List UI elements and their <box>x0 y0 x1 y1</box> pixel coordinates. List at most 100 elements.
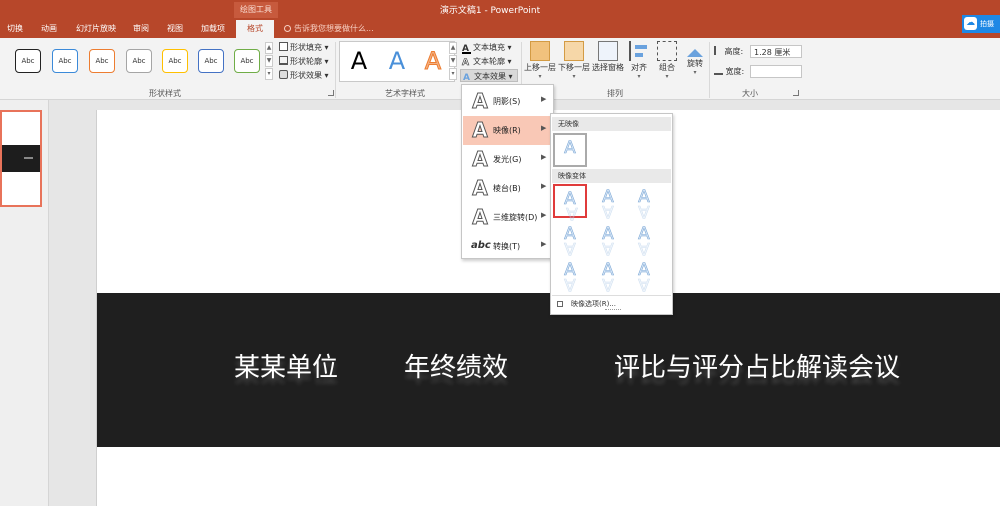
send-backward-button[interactable]: 下移一层 ▾ <box>557 41 591 80</box>
wordart-gallery-more[interactable]: ▾ <box>449 68 457 80</box>
text-effects-button[interactable]: A 文本效果 ▾ <box>460 69 518 83</box>
shape-outline-button[interactable]: 形状轮廓 ▾ <box>279 55 329 68</box>
thumbnail-band <box>2 145 40 172</box>
wordart-gallery[interactable]: A A A <box>339 41 455 82</box>
rotate-button[interactable]: 旋转 ▾ <box>682 41 708 76</box>
dialog-launcher-icon[interactable] <box>328 90 334 96</box>
reflection-variant-2[interactable]: AA <box>591 184 625 222</box>
tab-view[interactable]: 视图 <box>160 20 190 38</box>
tile-glyph: A <box>564 138 576 159</box>
menu-transform[interactable]: abc 转换(T) ▶ <box>463 232 552 261</box>
tab-slideshow[interactable]: 幻灯片放映 <box>70 20 122 38</box>
paint-bucket-icon <box>279 42 288 51</box>
shape-style-2[interactable]: Abc <box>52 49 78 73</box>
reflection-variant-3[interactable]: AA <box>627 184 661 222</box>
tab-review[interactable]: 审阅 <box>126 20 156 38</box>
text-effects-label: 文本效果 <box>474 72 506 81</box>
selection-pane-icon <box>598 41 618 61</box>
group-button[interactable]: 组合 ▾ <box>654 41 680 80</box>
size-group-label: 大小 <box>742 89 758 98</box>
width-label: 宽度: <box>725 67 745 76</box>
shape-fill-label: 形状填充 <box>290 43 322 52</box>
tab-animations[interactable]: 动画 <box>34 20 64 38</box>
shape-style-7[interactable]: Abc <box>234 49 260 73</box>
reflection-none-option[interactable]: A <box>553 133 587 167</box>
menu-reflection[interactable]: A 映像(R) ▶ <box>463 116 552 145</box>
no-reflection-header: 无映像 <box>552 117 671 131</box>
checkbox-icon <box>557 301 563 307</box>
gallery-more-arrow[interactable]: ▾ <box>265 68 273 80</box>
height-label: 高度: <box>724 47 744 56</box>
send-backward-label: 下移一层 <box>558 63 590 72</box>
title-band[interactable]: 某某单位 年终绩效 评比与评分占比解读会议 <box>97 293 1000 447</box>
menu-transform-label: 转换(T) <box>493 242 521 251</box>
pencil-icon <box>279 56 288 65</box>
resize-grip-icon[interactable] <box>605 309 621 311</box>
wordart-gallery-up[interactable]: ▲ <box>449 42 457 54</box>
title-bar: 绘图工具 演示文稿1 - PowerPoint 切换 动画 幻灯片放映 审阅 视… <box>0 0 1000 38</box>
align-button[interactable]: 对齐 ▾ <box>626 41 652 80</box>
slide-text-meeting[interactable]: 评比与评分占比解读会议 <box>614 347 900 384</box>
width-icon <box>714 67 723 75</box>
shape-style-5[interactable]: Abc <box>162 49 188 73</box>
shape-style-1[interactable]: Abc <box>15 49 41 73</box>
window-title: 演示文稿1 - PowerPoint <box>439 6 541 16</box>
shape-effects-button[interactable]: 形状效果 ▾ <box>279 69 329 82</box>
tab-addins[interactable]: 加载项 <box>196 20 230 38</box>
menu-3d-rotation[interactable]: A 三维旋转(D) ▶ <box>463 203 552 232</box>
menu-3d-rotation-label: 三维旋转(D) <box>493 213 538 222</box>
group-label: 组合 <box>659 63 675 72</box>
bring-forward-label: 上移一层 <box>524 63 556 72</box>
text-outline-button[interactable]: A 文本轮廓 ▾ <box>462 55 512 68</box>
selection-pane-button[interactable]: 选择窗格 <box>591 41 625 73</box>
share-label: 拍摄 <box>980 20 994 28</box>
slide-text-performance[interactable]: 年终绩效 <box>404 347 508 384</box>
group-divider <box>335 42 336 98</box>
selection-pane-label: 选择窗格 <box>592 63 624 72</box>
height-field: 高度: 1.28 厘米 <box>714 45 804 58</box>
gallery-down-arrow[interactable]: ▼ <box>265 55 273 67</box>
shape-style-3[interactable]: Abc <box>89 49 115 73</box>
text-fill-button[interactable]: A 文本填充 ▾ <box>462 41 512 54</box>
drawing-tools-label: 绘图工具 <box>234 2 278 18</box>
slide-thumbnail[interactable] <box>0 110 42 207</box>
reflection-variant-5[interactable]: AA <box>591 221 625 259</box>
wordart-style-orange[interactable]: A <box>416 44 450 78</box>
bring-forward-button[interactable]: 上移一层 ▾ <box>523 41 557 80</box>
tile-glyph-reflection: A <box>602 274 614 295</box>
reflection-variant-4[interactable]: AA <box>553 221 587 259</box>
reflection-variant-7[interactable]: AA <box>553 257 587 295</box>
bevel-icon: A <box>472 176 488 200</box>
bring-forward-icon <box>530 41 550 61</box>
share-button[interactable]: ☁ 拍摄 <box>962 15 1000 33</box>
tell-me-box[interactable]: 告诉我您想要做什么... <box>284 20 374 38</box>
shape-style-6[interactable]: Abc <box>198 49 224 73</box>
wordart-style-blue[interactable]: A <box>380 44 414 78</box>
tab-transitions[interactable]: 切换 <box>0 20 30 38</box>
menu-shadow[interactable]: A 阴影(S) ▶ <box>463 87 552 116</box>
size-launcher-icon[interactable] <box>793 90 799 96</box>
shape-style-4[interactable]: Abc <box>126 49 152 73</box>
submenu-arrow-icon: ▶ <box>541 182 547 190</box>
wordart-style-black[interactable]: A <box>342 44 376 78</box>
height-icon <box>714 46 722 55</box>
shape-fill-button[interactable]: 形状填充 ▾ <box>279 41 329 54</box>
group-divider <box>709 42 710 98</box>
wordart-styles-group-label: 艺术字样式 <box>385 89 425 98</box>
menu-glow[interactable]: A 发光(G) ▶ <box>463 145 552 174</box>
reflection-variant-6[interactable]: AA <box>627 221 661 259</box>
width-input[interactable] <box>750 65 802 78</box>
align-icon <box>629 41 649 61</box>
tab-format[interactable]: 格式 <box>236 20 274 38</box>
height-input[interactable]: 1.28 厘米 <box>750 45 802 58</box>
menu-bevel[interactable]: A 棱台(B) ▶ <box>463 174 552 203</box>
shape-effects-label: 形状效果 <box>290 71 322 80</box>
slide-text-unit[interactable]: 某某单位 <box>234 347 338 384</box>
wordart-gallery-down[interactable]: ▼ <box>449 55 457 67</box>
reflection-variant-8[interactable]: AA <box>591 257 625 295</box>
group-icon <box>657 41 677 61</box>
gallery-up-arrow[interactable]: ▲ <box>265 42 273 54</box>
tell-me-text: 告诉我您想要做什么... <box>294 24 374 33</box>
reflection-variant-9[interactable]: AA <box>627 257 661 295</box>
reflection-variant-1[interactable]: AA <box>553 184 587 223</box>
